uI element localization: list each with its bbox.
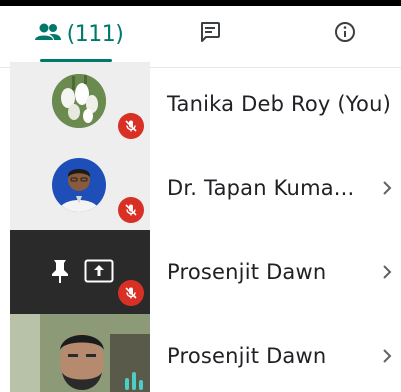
participant-count: (111) [66,21,124,47]
avatar [52,74,106,128]
chevron-right-icon[interactable] [382,230,392,314]
muted-icon [118,280,144,306]
info-icon [334,21,356,47]
tab-chat[interactable] [160,6,260,62]
participant-row[interactable]: Prosenjit Dawn [0,314,401,392]
muted-icon [118,113,144,139]
tab-people[interactable]: (111) [24,6,134,62]
chevron-right-icon[interactable] [382,146,392,230]
pin-icon[interactable] [50,258,70,288]
participant-name: Prosenjit Dawn [167,344,327,368]
participant-tile [10,230,150,314]
muted-icon [118,197,144,223]
tab-info[interactable] [295,6,395,62]
participant-name: Dr. Tapan Kuma... [167,176,355,200]
chevron-right-icon[interactable] [382,314,392,392]
participant-tile [10,146,150,230]
tab-bar: (111) [0,6,401,68]
speaking-icon [124,370,144,392]
participant-list: Tanika Deb Roy (You) Dr. Tapan Kuma... P… [0,62,401,392]
chat-icon [199,21,221,47]
participant-name: Prosenjit Dawn [167,260,327,284]
present-icon [84,259,114,287]
participant-row[interactable]: Dr. Tapan Kuma... [0,146,401,230]
participant-video [10,314,150,392]
participant-row[interactable]: Prosenjit Dawn [0,230,401,314]
participant-name: Tanika Deb Roy (You) [167,92,391,116]
avatar [52,158,106,212]
participant-row[interactable]: Tanika Deb Roy (You) [0,62,401,146]
participant-tile [10,62,150,146]
people-icon [34,22,61,46]
